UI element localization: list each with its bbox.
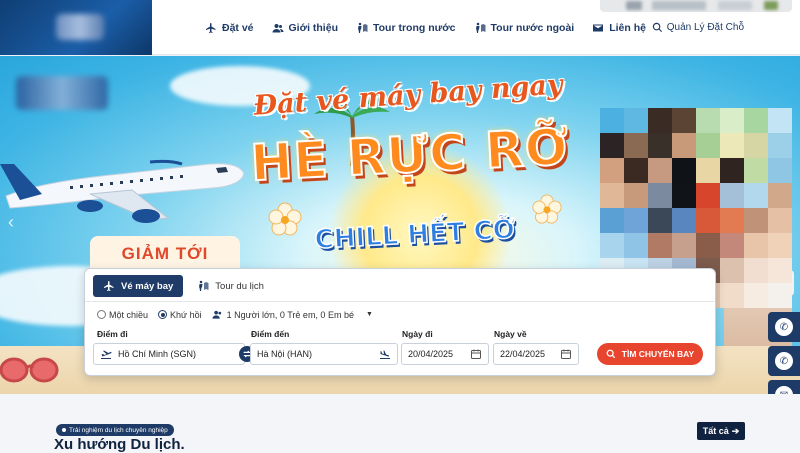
radio-label: Một chiều <box>109 309 149 320</box>
flower-icon <box>268 202 302 236</box>
map-person-icon <box>475 22 486 33</box>
map-person-icon <box>199 280 209 291</box>
arrow-right-icon: ➔ <box>731 425 740 436</box>
nav-item-label: Tour nước ngoài <box>490 21 575 34</box>
blurred-region <box>600 0 792 12</box>
nav-item-label: Đặt vé <box>222 21 254 34</box>
calendar-icon <box>561 349 571 359</box>
users-icon <box>212 310 221 319</box>
passenger-summary: 1 Người lớn, 0 Trẻ em, 0 Em bé <box>226 309 354 320</box>
find-flights-label: TÌM CHUYẾN BAY <box>621 349 695 359</box>
tab-flight[interactable]: Vé máy bay <box>93 275 184 297</box>
trip-options: Một chiều Khứ hồi 1 Người lớn, 0 Trẻ em,… <box>97 309 373 320</box>
see-all-label: Tất cả <box>702 426 729 436</box>
plane-icon <box>104 281 114 291</box>
radio-indicator <box>97 310 106 319</box>
return-date-field[interactable]: 22/04/2025 <box>493 343 579 365</box>
takeoff-icon <box>101 350 112 359</box>
return-date-value: 22/04/2025 <box>500 349 546 359</box>
nav-item-label: Tour trong nước <box>372 21 456 34</box>
section-badge: Trải nghiệm du lịch chuyên nghiệp <box>56 424 174 436</box>
section-title: Xu hướng Du lịch. <box>54 436 185 453</box>
from-label: Điểm đi <box>97 329 128 339</box>
find-flights-button[interactable]: TÌM CHUYẾN BAY <box>597 343 703 365</box>
to-field[interactable]: Hà Nội (HAN) <box>250 343 398 365</box>
search-icon <box>652 22 662 33</box>
tab-tour[interactable]: Tour du lịch <box>187 275 274 297</box>
depart-date-value: 20/04/2025 <box>408 349 454 359</box>
nav-item-lien-he[interactable]: Liên hệ <box>592 22 646 34</box>
nav-item-tour-nuoc-ngoai[interactable]: Tour nước ngoài <box>474 21 575 34</box>
map-person-icon <box>357 22 368 33</box>
users-icon <box>272 23 284 32</box>
dot-icon <box>62 428 66 432</box>
see-all-button[interactable]: Tất cả ➔ <box>697 422 745 440</box>
nav-item-label: Liên hệ <box>609 21 646 34</box>
to-value: Hà Nội (HAN) <box>257 349 313 359</box>
phone-icon: ✆ <box>775 318 793 336</box>
from-field[interactable]: Hồ Chí Minh (SGN) <box>93 343 245 365</box>
flight-search-form: Vé máy bay Tour du lịch Một chiều Khứ hồ… <box>84 268 716 376</box>
call-button[interactable]: ✆ <box>768 346 800 376</box>
tab-label: Vé máy bay <box>121 280 174 292</box>
site-header: Đặt vé Giới thiệu Tour trong nước Tour n… <box>0 0 800 55</box>
hero-main-text: HÈ RỰC RỠ <box>248 117 572 194</box>
from-value: Hồ Chí Minh (SGN) <box>118 349 197 359</box>
travel-trends-section: Trải nghiệm du lịch chuyên nghiệp Xu hướ… <box>0 394 800 453</box>
search-tabs: Vé máy bay Tour du lịch <box>93 275 274 297</box>
to-label: Điểm đến <box>251 329 290 339</box>
calendar-icon <box>471 349 481 359</box>
manage-booking-label: Quản Lý Đặt Chỗ <box>666 22 744 33</box>
airplane-illustration <box>0 159 245 223</box>
phone-icon: ✆ <box>775 352 793 370</box>
section-badge-text: Trải nghiệm du lịch chuyên nghiệp <box>69 426 168 434</box>
radio-label: Khứ hồi <box>170 309 202 320</box>
nav-item-tour-trong-nuoc[interactable]: Tour trong nước <box>356 22 456 34</box>
partner-logo <box>16 76 108 110</box>
return-label: Ngày về <box>494 329 527 339</box>
search-icon <box>606 349 615 359</box>
plane-icon <box>206 22 216 33</box>
main-nav: Đặt vé Giới thiệu Tour trong nước Tour n… <box>205 0 646 55</box>
depart-label: Ngày đi <box>402 329 433 339</box>
tab-label: Tour du lịch <box>215 280 264 292</box>
mail-icon <box>593 24 604 31</box>
sunglasses-icon <box>0 357 59 383</box>
depart-date-field[interactable]: 20/04/2025 <box>401 343 489 365</box>
radio-indicator <box>158 310 168 319</box>
discount-label: GIẢM TỚI <box>90 236 240 272</box>
nav-item-dat-ve[interactable]: Đặt vé <box>205 22 254 34</box>
passenger-selector[interactable]: 1 Người lớn, 0 Trẻ em, 0 Em bé ▼ <box>212 309 373 320</box>
divider <box>85 301 715 302</box>
nav-item-label: Giới thiệu <box>288 21 338 34</box>
radio-one-way[interactable]: Một chiều <box>97 310 148 320</box>
flower-icon <box>532 194 562 224</box>
manage-booking-link[interactable]: Quản Lý Đặt Chỗ <box>652 22 744 33</box>
radio-round-trip[interactable]: Khứ hồi <box>158 310 202 320</box>
caret-down-icon: ▼ <box>365 311 373 318</box>
carousel-prev-arrow[interactable]: ‹ <box>8 212 14 233</box>
landing-icon <box>380 350 390 359</box>
hotline-button[interactable]: ✆ <box>768 312 800 342</box>
nav-item-gioi-thieu[interactable]: Giới thiệu <box>272 22 338 34</box>
site-logo[interactable] <box>0 0 152 55</box>
